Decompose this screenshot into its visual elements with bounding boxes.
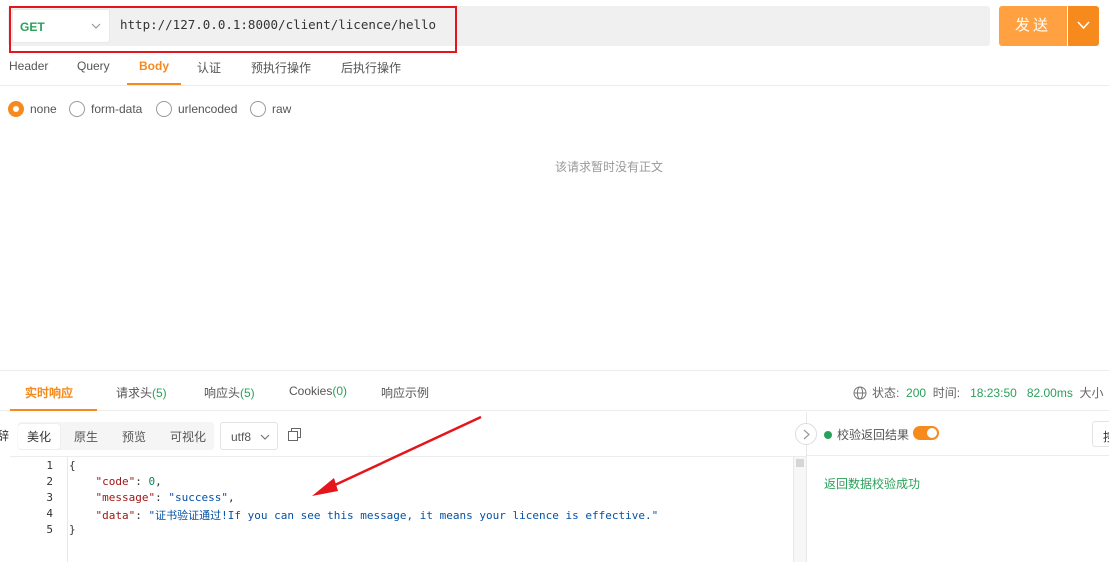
duration-value: 82.00ms: [1026, 386, 1073, 400]
visualize-button[interactable]: 可视化: [170, 428, 206, 445]
tab-query[interactable]: Query: [77, 59, 110, 73]
status-label: 状态:: [872, 386, 900, 400]
tab-body[interactable]: Body: [139, 59, 169, 73]
collapse-panel-button[interactable]: [795, 423, 817, 445]
cut-off-button[interactable]: 按: [1092, 421, 1109, 447]
vertical-scrollbar[interactable]: [793, 457, 806, 562]
tab-label: Cookies: [289, 384, 333, 398]
response-status: 状态: 200 时间: 18:23:50 82.00ms 大小: [853, 384, 1104, 401]
line-number: 2: [46, 475, 53, 488]
active-tab-indicator: [10, 409, 97, 411]
active-tab-indicator: [127, 83, 181, 85]
line-number: 5: [46, 523, 53, 536]
chevron-down-icon: [1077, 21, 1090, 30]
response-tabs: 实时响应 请求头(5) 响应头(5) Cookies(0) 响应示例 状态: 2…: [0, 371, 1109, 411]
chevron-down-icon: [260, 434, 270, 440]
code-line: "message": "success",: [95, 491, 235, 504]
brace: {: [69, 459, 76, 472]
send-options-button[interactable]: [1068, 6, 1099, 46]
annotation-arrow: [312, 415, 482, 496]
radio-checked-icon: [8, 101, 24, 117]
tab-header[interactable]: Header: [9, 59, 48, 73]
count-badge: (0): [332, 384, 348, 398]
json-key: "message": [95, 491, 156, 504]
tab-cookies[interactable]: Cookies(0): [289, 384, 347, 398]
preview-button[interactable]: 预览: [122, 428, 146, 445]
cut-off-label: 辞: [0, 429, 10, 443]
send-button[interactable]: 发送: [999, 6, 1067, 46]
tab-post-request[interactable]: 后执行操作: [341, 59, 401, 76]
radio-label: form-data: [91, 102, 143, 116]
radio-label: urlencoded: [178, 102, 238, 116]
format-button-group: 美化 原生 预览 可视化: [18, 422, 214, 450]
size-label: 大小: [1079, 386, 1104, 400]
count-badge: (5): [152, 386, 167, 400]
time-value: 18:23:50: [970, 386, 1017, 400]
validate-toggle-label: 校验返回结果: [824, 426, 909, 443]
json-string: "证书验证通过!If you can see this message, it …: [148, 509, 659, 522]
json-string: "success": [168, 491, 228, 504]
empty-body-message: 该请求暂时没有正文: [554, 160, 663, 174]
line-number-gutter: 1 2 3 4 5: [10, 457, 68, 562]
button-label: 按: [1103, 428, 1109, 445]
line-number: 3: [46, 491, 53, 504]
scrollbar-thumb[interactable]: [796, 459, 804, 467]
json-key: "data": [95, 509, 136, 522]
chevron-right-icon: [803, 429, 810, 440]
brace: }: [69, 523, 76, 536]
tab-auth[interactable]: 认证: [197, 59, 221, 76]
tab-label: 响应头: [204, 386, 241, 400]
radio-label: none: [30, 102, 57, 116]
code-line: "code": 0,: [95, 475, 162, 488]
encoding-select[interactable]: utf8: [220, 422, 278, 450]
tab-label: 请求头: [116, 386, 153, 400]
validation-result: 返回数据校验成功: [824, 477, 921, 491]
line-number: 1: [46, 459, 53, 472]
tab-pre-request[interactable]: 预执行操作: [251, 59, 311, 76]
validate-toggle[interactable]: [913, 426, 939, 440]
radio-unchecked-icon: [69, 101, 85, 117]
tab-response-headers[interactable]: 响应头(5): [204, 384, 255, 401]
count-badge: (5): [240, 386, 255, 400]
code-line: "data": "证书验证通过!If you can see this mess…: [95, 509, 659, 522]
radio-label: raw: [272, 102, 292, 116]
request-tabs: Header Query Body 认证 预执行操作 后执行操作: [0, 52, 1109, 86]
code-line: {: [69, 459, 76, 472]
radio-unchecked-icon: [250, 101, 266, 117]
divider: [807, 455, 1109, 456]
raw-button[interactable]: 原生: [74, 428, 98, 445]
code-line: }: [69, 523, 76, 536]
tab-request-headers[interactable]: 请求头(5): [116, 384, 167, 401]
tab-response-example[interactable]: 响应示例: [381, 384, 429, 401]
annotation-highlight-box: [9, 6, 457, 53]
toggle-knob: [927, 428, 937, 438]
json-key: "code": [95, 475, 136, 488]
tab-realtime-response[interactable]: 实时响应: [25, 384, 73, 401]
encoding-value: utf8: [231, 430, 252, 444]
status-dot-icon: [824, 431, 832, 439]
radio-unchecked-icon: [156, 101, 172, 117]
status-code: 200: [906, 386, 927, 400]
validate-label: 校验返回结果: [837, 428, 910, 442]
line-number: 4: [46, 507, 53, 520]
globe-icon: [853, 386, 867, 400]
pretty-button[interactable]: 美化: [18, 424, 61, 449]
code-content: { "code": 0, "message": "success", "data…: [69, 457, 658, 548]
time-label: 时间:: [932, 386, 961, 400]
